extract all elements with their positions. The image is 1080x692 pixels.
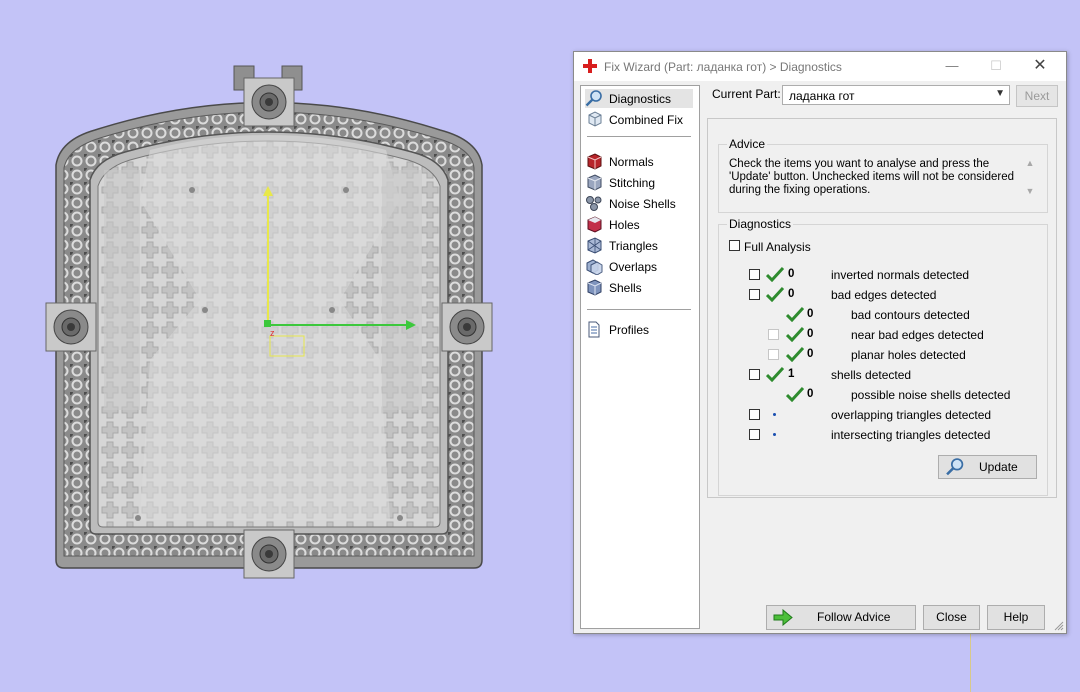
nav-item-stitching[interactable]: Stitching: [585, 173, 695, 192]
next-button[interactable]: Next: [1016, 85, 1058, 107]
close-window-button[interactable]: ✕: [1026, 56, 1054, 76]
current-part-value: ладанка гот: [789, 89, 855, 103]
nav-item-normals[interactable]: Normals: [585, 152, 695, 171]
update-button[interactable]: Update: [938, 455, 1037, 479]
bad-edges-checkbox[interactable]: [749, 289, 760, 300]
shells-checkbox[interactable]: [749, 369, 760, 380]
nav-item-holes[interactable]: Holes: [585, 215, 695, 234]
overlapping-triangles-checkbox[interactable]: [749, 409, 760, 420]
magnifier-icon: [585, 90, 602, 107]
intersecting-triangles-label: intersecting triangles detected: [831, 428, 991, 442]
bad-contours-count: 0: [807, 308, 814, 320]
check-icon: [766, 366, 784, 382]
maximize-button[interactable]: ☐: [982, 56, 1010, 76]
check-icon: [786, 386, 804, 402]
viewport-guide-line: [970, 632, 971, 692]
inverted-normals-count: 0: [788, 268, 795, 280]
nav-item-profiles[interactable]: Profiles: [585, 320, 695, 339]
z-axis-label: z: [270, 328, 275, 338]
follow-advice-label: Follow Advice: [817, 610, 891, 624]
full-analysis-label: Full Analysis: [744, 240, 811, 254]
window-title: Fix Wizard (Part: ладанка гот) > Diagnos…: [604, 60, 842, 74]
overlapping-triangles-label: overlapping triangles detected: [831, 408, 992, 422]
3d-viewport[interactable]: z: [0, 0, 570, 692]
near-bad-edges-checkbox[interactable]: [768, 329, 779, 340]
planar-holes-label: planar holes detected: [851, 348, 966, 362]
bad-edges-count: 0: [788, 288, 795, 300]
nav-separator: [587, 309, 691, 310]
nav-item-triangles[interactable]: Triangles: [585, 236, 695, 255]
current-part-select[interactable]: ладанка гот ▼: [782, 85, 1010, 105]
axis-gizmo: z: [263, 186, 416, 357]
scroll-down-icon[interactable]: ▼: [1023, 186, 1037, 196]
combined-fix-icon: [588, 111, 602, 127]
profiles-document-icon: [588, 321, 600, 338]
resize-grip-icon[interactable]: [1054, 621, 1064, 631]
shells-count: 1: [788, 368, 795, 380]
nav-item-combined-fix[interactable]: Combined Fix: [585, 110, 695, 129]
bad-edges-label: bad edges detected: [831, 288, 937, 302]
inverted-normals-label: inverted normals detected: [831, 268, 970, 282]
nav-item-diagnostics[interactable]: Diagnostics: [585, 89, 693, 108]
noise-shells-label: possible noise shells detected: [851, 388, 1011, 402]
scroll-up-icon[interactable]: ▲: [1023, 158, 1037, 168]
pending-dot-icon: [773, 433, 776, 436]
diagnostics-legend: Diagnostics: [727, 217, 794, 231]
nav-item-overlaps[interactable]: Overlaps: [585, 257, 695, 276]
noise-shells-icon: [586, 196, 602, 211]
triangles-cube-icon: [587, 237, 602, 254]
bad-contours-label: bad contours detected: [851, 308, 970, 322]
shells-cube-icon: [587, 279, 602, 296]
fix-wizard-dialog: Fix Wizard (Part: ладанка гот) > Diagnos…: [573, 51, 1067, 634]
intersecting-triangles-checkbox[interactable]: [749, 429, 760, 440]
check-icon: [766, 266, 784, 282]
shells-label: shells detected: [831, 368, 912, 382]
nav-separator: [587, 136, 691, 137]
close-button[interactable]: Close: [923, 605, 980, 630]
advice-text: Check the items you want to analyse and …: [729, 158, 1015, 196]
advice-legend: Advice: [727, 137, 768, 151]
nav-item-shells[interactable]: Shells: [585, 278, 695, 297]
chevron-down-icon: ▼: [995, 88, 1005, 99]
nav-item-noise-shells[interactable]: Noise Shells: [585, 194, 695, 213]
advice-scrollbar[interactable]: ▲ ▼: [1023, 158, 1037, 204]
follow-advice-button[interactable]: Follow Advice: [766, 605, 916, 630]
pending-dot-icon: [773, 413, 776, 416]
planar-holes-checkbox[interactable]: [768, 349, 779, 360]
current-part-label: Current Part:: [712, 87, 781, 101]
check-icon: [786, 346, 804, 362]
title-bar[interactable]: Fix Wizard (Part: ладанка гот) > Diagnos…: [574, 52, 1066, 81]
full-analysis-checkbox[interactable]: [729, 240, 740, 251]
check-icon: [766, 286, 784, 302]
magnifier-icon: [946, 458, 964, 476]
wizard-nav: Diagnostics Combined Fix Normals Stitchi…: [580, 85, 700, 629]
holes-cube-icon: [587, 216, 602, 233]
noise-shells-count: 0: [807, 388, 814, 400]
check-icon: [786, 326, 804, 342]
update-label: Update: [979, 460, 1018, 474]
minimize-button[interactable]: —: [938, 56, 966, 76]
check-icon: [786, 306, 804, 322]
normals-cube-icon: [587, 153, 602, 170]
help-button[interactable]: Help: [987, 605, 1045, 630]
planar-holes-count: 0: [807, 348, 814, 360]
inverted-normals-checkbox[interactable]: [749, 269, 760, 280]
overlaps-cube-icon: [586, 259, 603, 275]
red-cross-icon: [583, 59, 597, 73]
stitching-cube-icon: [587, 174, 602, 191]
near-bad-edges-count: 0: [807, 328, 814, 340]
near-bad-edges-label: near bad edges detected: [851, 328, 984, 342]
green-arrow-icon: [773, 609, 793, 626]
